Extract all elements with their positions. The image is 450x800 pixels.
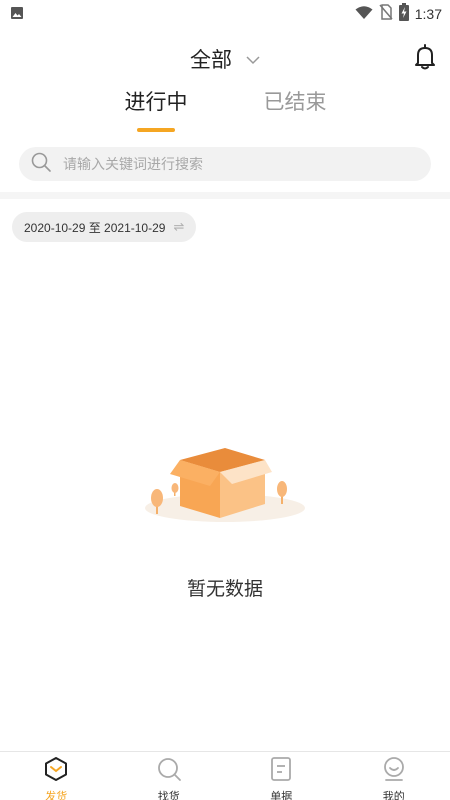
empty-box-illustration — [145, 448, 305, 522]
image-notification-icon — [10, 5, 24, 24]
bottom-navigation: 发货 找货 单据 我的 — [0, 751, 450, 800]
tab-finished[interactable]: 已结束 — [245, 86, 345, 116]
chevron-down-icon — [246, 50, 260, 69]
date-range-label: 2020-10-29 至 2021-10-29 — [24, 220, 166, 235]
nav-item-documents[interactable]: 单据 — [225, 752, 338, 800]
nav-item-profile[interactable]: 我的 — [338, 752, 450, 800]
document-icon — [268, 756, 294, 786]
nav-label-documents: 单据 — [270, 790, 293, 800]
nav-label-ship: 发货 — [45, 790, 68, 800]
search-icon — [31, 152, 51, 176]
search-placeholder: 请输入关键词进行搜索 — [63, 157, 203, 173]
nav-label-find-goods: 找货 — [157, 790, 180, 800]
section-divider — [0, 192, 450, 199]
profile-icon — [381, 756, 407, 786]
wifi-icon — [355, 5, 373, 24]
tab-bar: 进行中 已结束 — [0, 86, 450, 136]
header: 全部 — [0, 40, 450, 80]
swap-icon: ⇌ — [173, 219, 185, 235]
status-time: 1:37 — [414, 6, 442, 22]
bell-icon[interactable] — [414, 44, 436, 74]
date-range-filter[interactable]: 2020-10-29 至 2021-10-29 ⇌ — [12, 212, 197, 242]
search-input[interactable]: 请输入关键词进行搜索 — [19, 147, 431, 181]
page-title: 全部 — [190, 48, 232, 72]
battery-charging-icon — [398, 3, 409, 25]
nav-item-ship[interactable]: 发货 — [0, 752, 113, 800]
active-tab-indicator — [137, 128, 175, 132]
find-goods-icon — [156, 756, 182, 786]
no-sim-icon — [379, 4, 393, 24]
empty-message: 暂无数据 — [186, 578, 263, 600]
ship-icon — [43, 756, 69, 786]
empty-state: 暂无数据 — [0, 438, 450, 600]
category-selector[interactable]: 全部 — [0, 44, 450, 74]
nav-label-profile: 我的 — [382, 790, 405, 800]
nav-item-find-goods[interactable]: 找货 — [113, 752, 226, 800]
tab-ongoing[interactable]: 进行中 — [106, 86, 206, 116]
status-bar: 1:37 — [0, 0, 450, 26]
